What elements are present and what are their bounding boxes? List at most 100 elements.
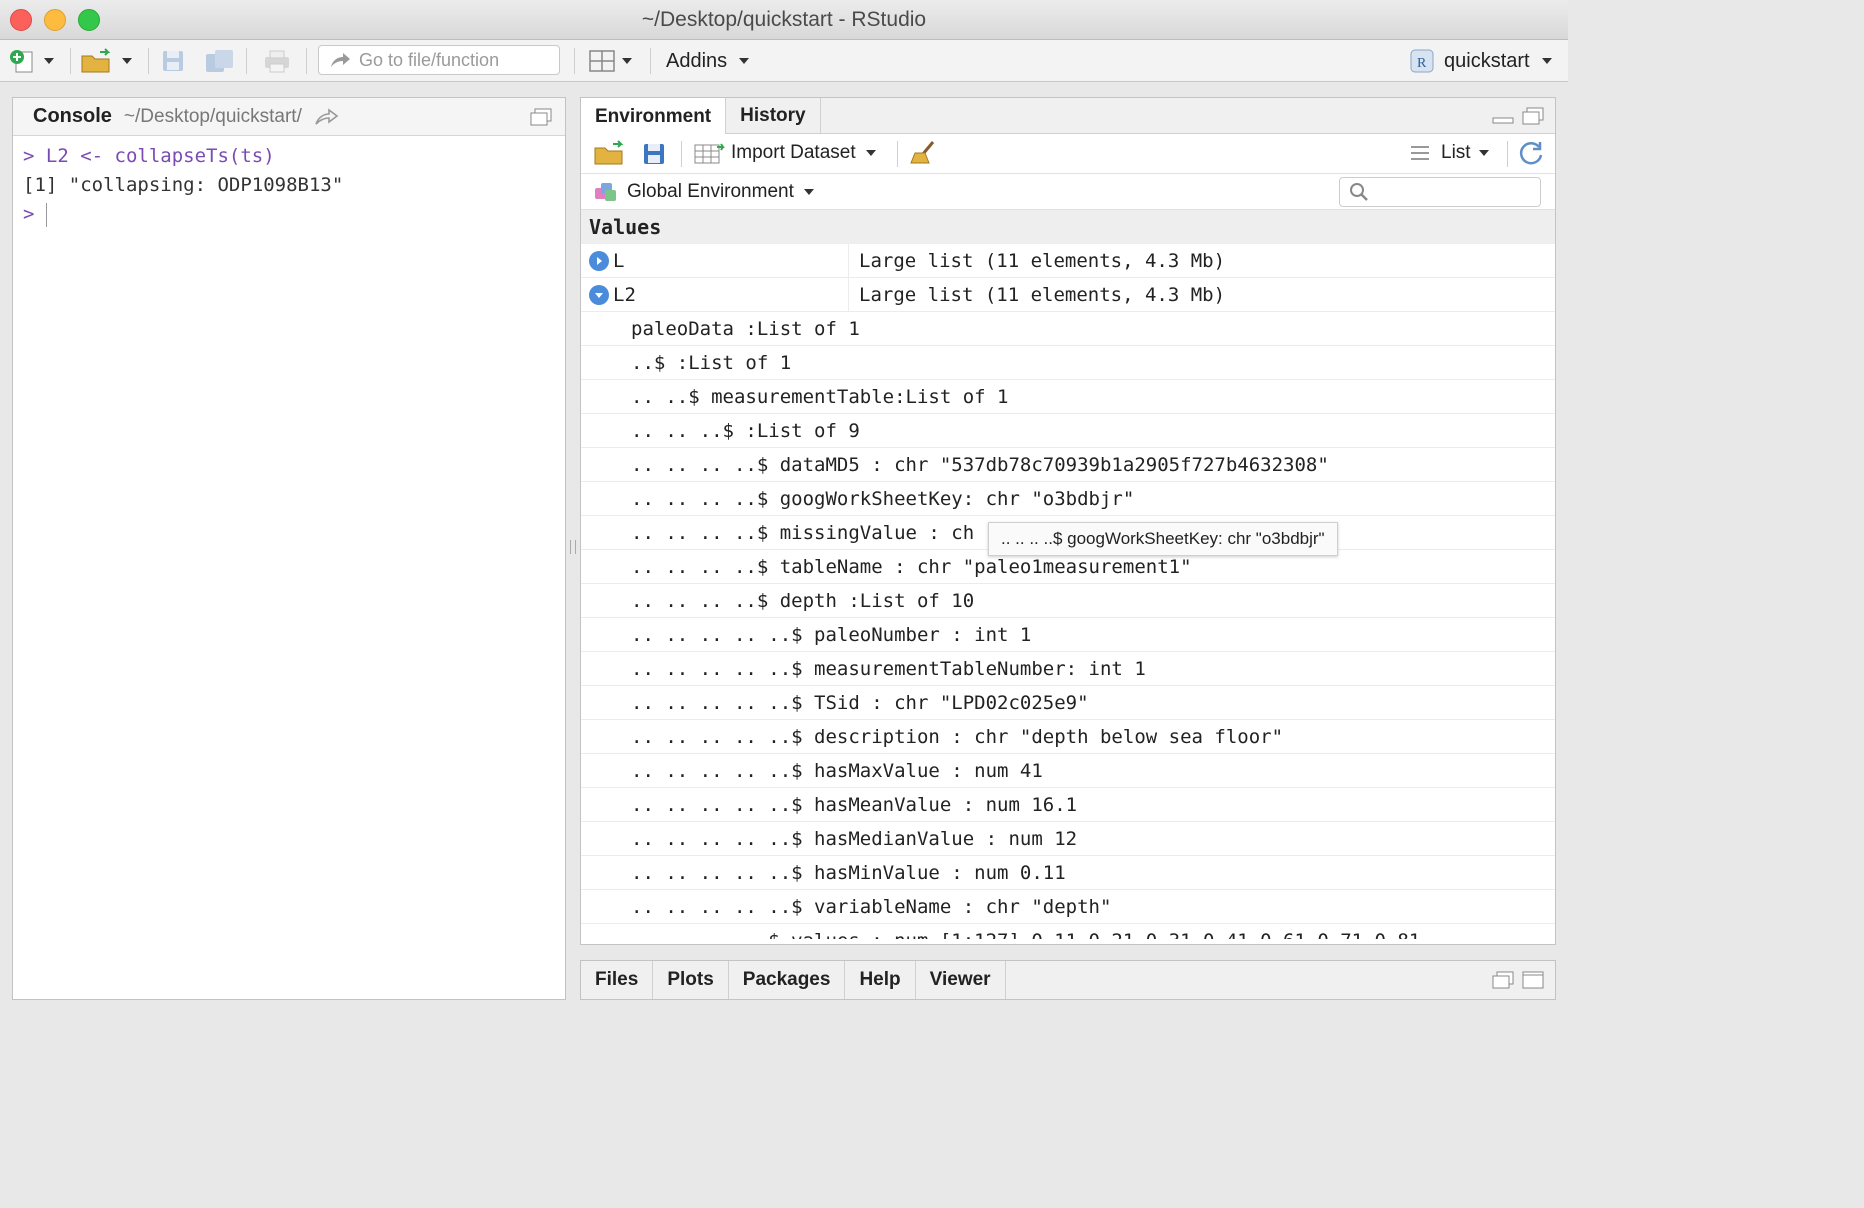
console-pane: Console ~/Desktop/quickstart/ > L2 <- co… <box>12 97 566 1000</box>
console-path[interactable]: ~/Desktop/quickstart/ <box>124 106 302 128</box>
object-name: L <box>613 249 625 272</box>
pane-splitter[interactable] <box>570 540 576 554</box>
console-title: Console <box>33 105 112 127</box>
tab-packages[interactable]: Packages <box>729 961 846 999</box>
view-mode-label: List <box>1441 142 1471 163</box>
tab-history[interactable]: History <box>726 98 821 133</box>
console-header: Console ~/Desktop/quickstart/ <box>13 98 565 136</box>
environment-values-list: L Large list (11 elements, 4.3 Mb) L2 La… <box>581 244 1555 939</box>
project-label: quickstart <box>1444 49 1530 72</box>
tab-help[interactable]: Help <box>845 961 916 999</box>
addins-label: Addins <box>666 49 728 72</box>
structure-row: $ values : num [1:127] 0.11 0.21 0.31 0.… <box>581 924 1555 940</box>
structure-row: .. .. .. .. ..$ hasMaxValue : num 41 <box>581 754 1555 788</box>
import-dataset-button[interactable]: Import Dataset <box>693 138 876 168</box>
save-icon <box>163 51 183 71</box>
console-line: [1] "collapsing: ODP1098B13" <box>23 174 344 196</box>
import-dataset-label: Import Dataset <box>731 142 856 163</box>
minimize-pane-icon[interactable] <box>1491 106 1515 126</box>
new-file-button[interactable] <box>8 46 54 76</box>
console-command: L2 <- collapseTs(ts) <box>45 145 275 167</box>
addins-menu[interactable]: Addins <box>666 46 750 76</box>
files-pane: Files Plots Packages Help Viewer <box>580 960 1556 1000</box>
restore-pane-icon[interactable] <box>1491 970 1515 990</box>
pane-window-controls <box>1491 106 1545 126</box>
save-all-icon <box>206 50 233 72</box>
chevron-down-icon <box>122 58 132 64</box>
go-to-directory-icon[interactable] <box>314 107 340 127</box>
search-icon <box>1350 183 1368 201</box>
tab-plots[interactable]: Plots <box>653 961 729 999</box>
open-file-button[interactable] <box>80 46 132 76</box>
svg-text:R: R <box>1417 56 1427 71</box>
tab-files[interactable]: Files <box>581 961 654 999</box>
structure-row: .. .. .. .. ..$ paleoNumber : int 1 <box>581 618 1555 652</box>
refresh-button[interactable] <box>1517 138 1545 168</box>
console-output[interactable]: > L2 <- collapseTs(ts) [1] "collapsing: … <box>13 136 565 235</box>
print-icon <box>265 50 289 73</box>
chevron-down-icon <box>622 58 632 64</box>
tab-viewer[interactable]: Viewer <box>916 961 1006 999</box>
structure-row: .. .. .. .. ..$ hasMeanValue : num 16.1 <box>581 788 1555 822</box>
structure-row: .. ..$ measurementTable:List of 1 <box>581 380 1555 414</box>
structure-row: .. .. .. .. ..$ description : chr "depth… <box>581 720 1555 754</box>
save-button[interactable] <box>160 46 186 76</box>
table-import-icon <box>694 143 725 164</box>
object-value: Large list (11 elements, 4.3 Mb) <box>859 283 1226 306</box>
console-prompt: > <box>23 203 35 225</box>
structure-row: paleoData :List of 1 <box>581 312 1555 346</box>
project-menu[interactable]: R quickstart <box>1408 46 1552 76</box>
environment-cubes-icon <box>595 183 616 201</box>
environment-toolbar: Import Dataset List <box>581 134 1555 174</box>
folder-open-icon <box>81 48 111 73</box>
chevron-down-icon <box>44 58 54 64</box>
save-icon <box>644 144 664 164</box>
text-cursor <box>46 202 48 227</box>
console-input-line[interactable]: > <box>23 200 555 229</box>
maximize-pane-icon[interactable] <box>1521 106 1545 126</box>
broom-icon <box>910 141 935 164</box>
structure-row: .. .. .. .. ..$ TSid : chr "LPD02c025e9" <box>581 686 1555 720</box>
save-workspace-button[interactable] <box>641 139 667 169</box>
title-bar: ~/Desktop/quickstart - RStudio <box>0 0 1568 40</box>
new-file-icon <box>10 50 33 73</box>
list-icon <box>1411 146 1429 160</box>
chevron-down-icon <box>803 189 814 195</box>
environment-object-row[interactable]: L2 Large list (11 elements, 4.3 Mb) <box>581 277 1555 312</box>
view-mode-menu[interactable]: List <box>1409 138 1489 168</box>
save-all-button[interactable] <box>204 46 236 76</box>
environment-scope-bar: Global Environment <box>581 174 1555 210</box>
expand-icon[interactable] <box>589 250 609 271</box>
collapse-icon[interactable] <box>589 284 609 305</box>
structure-row: .. .. .. .. ..$ hasMinValue : num 0.11 <box>581 856 1555 890</box>
structure-row: .. .. .. .. ..$ hasMedianValue : num 12 <box>581 822 1555 856</box>
tab-environment[interactable]: Environment <box>581 98 727 135</box>
files-tabbar: Files Plots Packages Help Viewer <box>581 961 1555 999</box>
structure-row: .. .. .. ..$ dataMD5 : chr "537db78c7093… <box>581 448 1555 482</box>
structure-row: .. .. ..$ :List of 9 <box>581 414 1555 448</box>
console-prompt: > <box>23 145 35 167</box>
grid-layout-icon <box>589 50 615 72</box>
environment-search-input[interactable] <box>1339 177 1541 207</box>
print-button[interactable] <box>262 46 292 76</box>
environment-object-row[interactable]: L Large list (11 elements, 4.3 Mb) <box>581 244 1555 278</box>
maximize-pane-icon[interactable] <box>529 107 553 127</box>
chevron-down-icon <box>1478 150 1489 156</box>
go-to-file-input[interactable]: Go to file/function <box>318 45 560 75</box>
environment-scope-menu[interactable]: Global Environment <box>593 177 814 207</box>
values-section-header: Values <box>581 210 1555 244</box>
environment-pane: Environment History Import Dataset List <box>580 97 1556 945</box>
console-line: > L2 <- collapseTs(ts) <box>23 142 555 171</box>
pane-window-controls <box>1491 970 1545 990</box>
structure-row: .. .. .. .. ..$ variableName : chr "dept… <box>581 890 1555 924</box>
structure-row: .. .. .. .. ..$ measurementTableNumber: … <box>581 652 1555 686</box>
folder-open-icon <box>594 140 624 165</box>
structure-row: .. .. .. ..$ depth :List of 10 <box>581 584 1555 618</box>
load-workspace-button[interactable] <box>593 138 627 168</box>
window-title: ~/Desktop/quickstart - RStudio <box>641 8 927 31</box>
object-name: L2 <box>613 283 636 306</box>
clear-workspace-button[interactable] <box>909 138 939 168</box>
pane-layout-button[interactable] <box>588 46 632 76</box>
chevron-down-icon <box>865 150 876 156</box>
maximize-pane-icon[interactable] <box>1521 970 1545 990</box>
